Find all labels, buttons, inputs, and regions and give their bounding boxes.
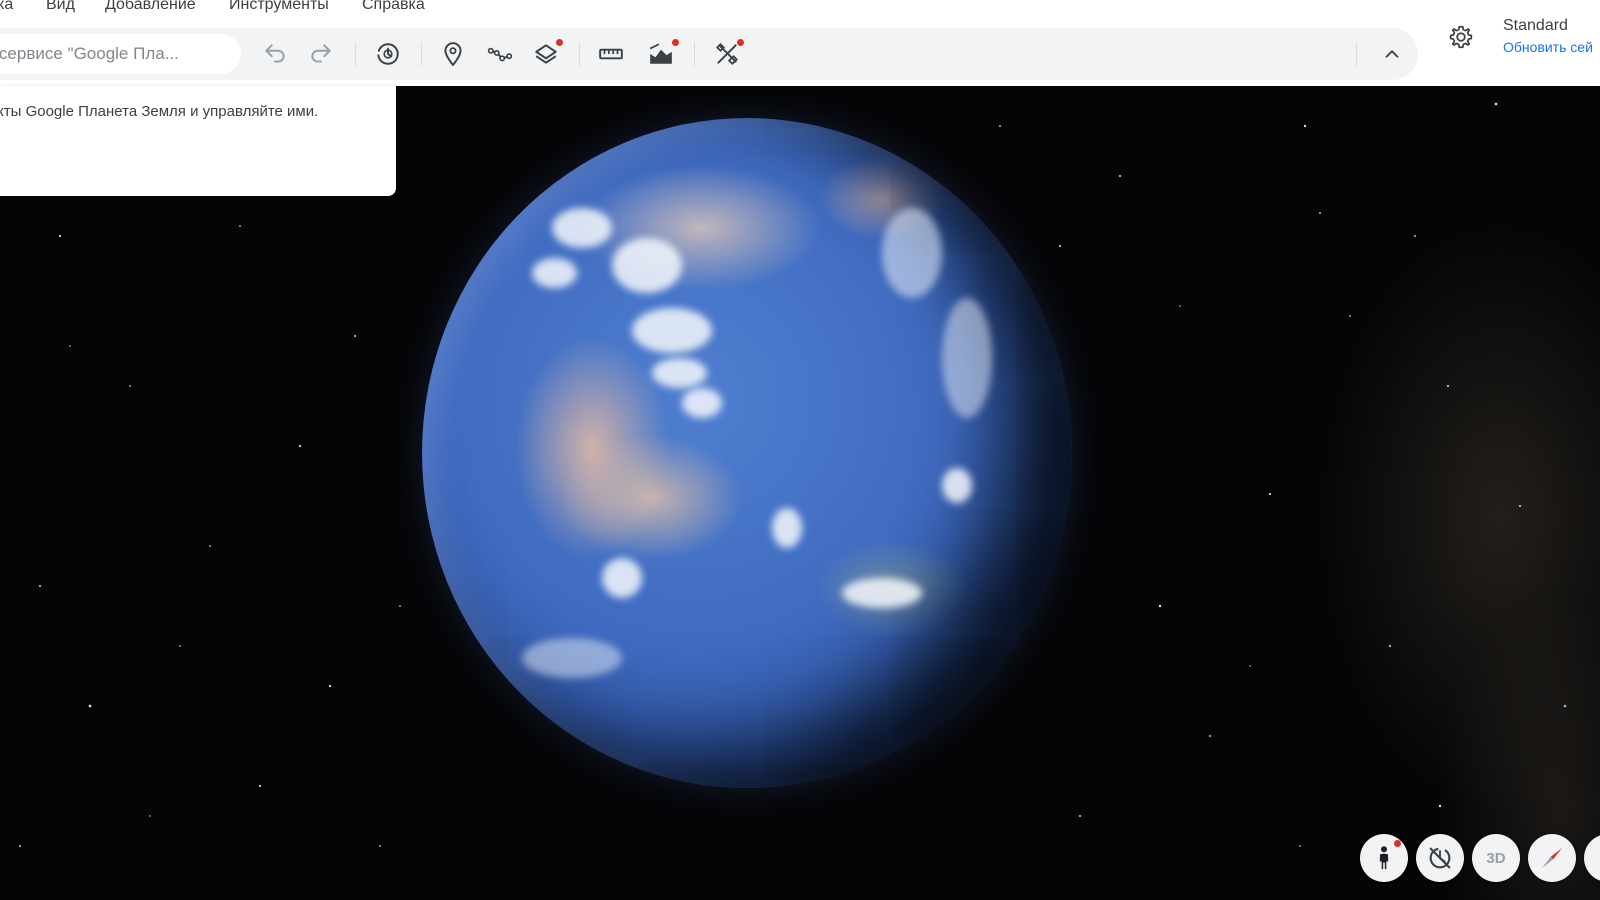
add-path-button[interactable]: [484, 38, 516, 70]
toolbar-divider: [421, 42, 422, 66]
chevron-up-icon: [1385, 50, 1399, 58]
toolbar-divider: [694, 42, 695, 66]
undo-icon: [265, 44, 285, 63]
map-style-update-link[interactable]: Обновить сей: [1503, 39, 1593, 55]
toggle-3d-label: 3D: [1486, 849, 1506, 867]
redo-button[interactable]: [305, 38, 337, 70]
pegman-icon: [1379, 846, 1389, 870]
path-icon: [487, 47, 513, 62]
ruler-button[interactable]: [595, 38, 627, 70]
earth-globe[interactable]: [422, 118, 1072, 788]
notification-dot: [1394, 840, 1401, 847]
layers-button[interactable]: [530, 38, 563, 70]
undo-button[interactable]: [259, 38, 291, 70]
toggle-3d-button[interactable]: 3D: [1472, 834, 1520, 882]
search-box: [0, 34, 241, 74]
image-overlay-button[interactable]: [645, 38, 679, 70]
layers-icon: [535, 44, 557, 64]
compass-button[interactable]: [1528, 834, 1576, 882]
collapse-toolbar-button[interactable]: [1376, 38, 1408, 70]
menu-item-file[interactable]: ка: [0, 0, 13, 14]
rotation-lock-icon: [1429, 847, 1451, 869]
toolbar: [0, 28, 1418, 80]
rotation-lock-button[interactable]: [1416, 834, 1464, 882]
tools-button[interactable]: [711, 38, 744, 70]
menu-item-add[interactable]: Добавление: [105, 0, 196, 14]
history-button[interactable]: [372, 38, 404, 70]
add-placemark-button[interactable]: [437, 38, 469, 70]
toolbar-divider: [1356, 42, 1357, 66]
compass-icon: [1542, 848, 1562, 868]
history-icon: [375, 43, 399, 65]
street-view-button[interactable]: [1360, 834, 1408, 882]
tools-icon: [716, 43, 738, 65]
search-input[interactable]: [0, 34, 235, 74]
notification-dot: [672, 39, 679, 46]
image-overlay-icon: [649, 43, 672, 64]
notification-dot: [737, 39, 744, 46]
menu-item-help[interactable]: Справка: [362, 0, 425, 14]
info-card-text: роекты Google Планета Земля и управляйте…: [0, 103, 319, 120]
gear-icon: [1449, 25, 1473, 49]
notification-dot: [556, 39, 563, 46]
toolbar-divider: [355, 42, 356, 66]
toolbar-divider: [579, 42, 580, 66]
redo-icon: [311, 44, 331, 63]
settings-button[interactable]: [1446, 22, 1476, 52]
placemark-icon: [444, 42, 462, 67]
ruler-icon: [599, 48, 623, 60]
projects-info-card: роекты Google Планета Земля и управляйте…: [0, 86, 396, 196]
menu-item-view[interactable]: Вид: [46, 0, 75, 14]
menu-item-tools[interactable]: Инструменты: [229, 0, 329, 14]
map-style-title: Standard: [1503, 17, 1568, 34]
